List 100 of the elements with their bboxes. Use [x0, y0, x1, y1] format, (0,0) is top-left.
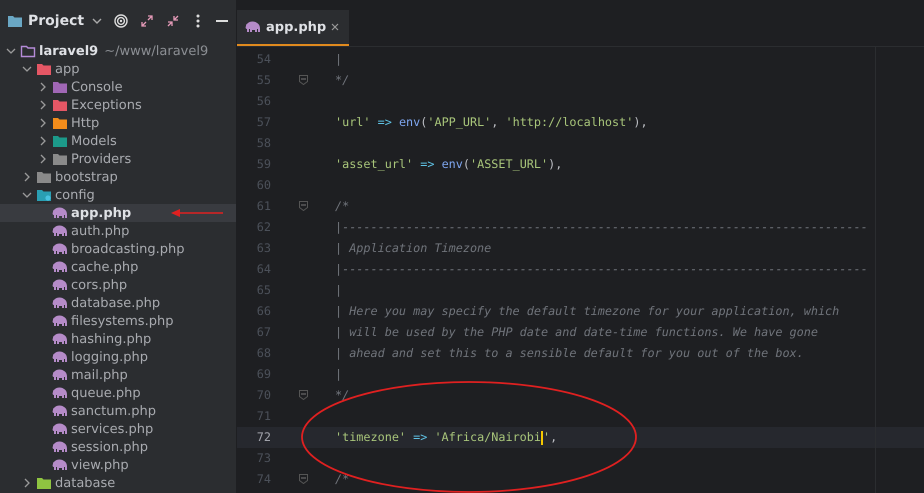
elephant-icon: [52, 405, 68, 417]
tree-item[interactable]: queue.php: [0, 384, 236, 402]
tree-item[interactable]: Exceptions: [0, 96, 236, 114]
tree-item[interactable]: broadcasting.php: [0, 240, 236, 258]
more-icon[interactable]: [196, 14, 200, 28]
fold-marker-icon[interactable]: [298, 390, 308, 400]
tree-item[interactable]: services.php: [0, 420, 236, 438]
folder-icon: [36, 188, 52, 202]
tree-item[interactable]: app: [0, 60, 236, 78]
tree-item-label: sanctum.php: [71, 404, 156, 418]
tree-item-label: hashing.php: [71, 332, 152, 346]
chevron-right-icon[interactable]: [22, 172, 32, 182]
chevron-down-icon[interactable]: [92, 17, 102, 25]
arrow-annotation: [170, 208, 224, 218]
tree-item[interactable]: config: [0, 186, 236, 204]
tree-item[interactable]: mail.php: [0, 366, 236, 384]
tree-item[interactable]: cors.php: [0, 276, 236, 294]
tree-item[interactable]: hashing.php: [0, 330, 236, 348]
fold-marker-icon[interactable]: [298, 74, 308, 85]
tree-item-label: cache.php: [71, 260, 138, 274]
tree-item[interactable]: database.php: [0, 294, 236, 312]
tree-item[interactable]: cache.php: [0, 258, 236, 276]
folder-icon: [36, 170, 52, 184]
folder-icon: [20, 44, 36, 58]
code-line: /*: [335, 472, 350, 486]
minimize-icon[interactable]: [216, 20, 228, 22]
chevron-down-icon[interactable]: [22, 64, 32, 74]
tree-item[interactable]: logging.php: [0, 348, 236, 366]
chevron-right-icon[interactable]: [38, 82, 48, 92]
folder-icon: [52, 80, 68, 94]
elephant-icon: [52, 369, 68, 381]
tree-item-label: services.php: [71, 422, 154, 436]
project-path: ~/www/laravel9: [104, 44, 208, 58]
tree-item[interactable]: Models: [0, 132, 236, 150]
panel-title[interactable]: Project: [28, 13, 84, 29]
code-line: |--------------------------------------------------------------------------: [335, 220, 868, 234]
folder-icon: [52, 116, 68, 130]
elephant-icon: [52, 459, 68, 471]
tree-item-label: config: [55, 188, 95, 202]
tree-item-label: cors.php: [71, 278, 128, 292]
chevron-right-icon[interactable]: [38, 118, 48, 128]
tree-item-label: Providers: [71, 152, 132, 166]
tree-item-label: database: [55, 476, 116, 490]
elephant-icon: [52, 441, 68, 453]
fold-marker-icon[interactable]: [298, 474, 308, 484]
tree-item[interactable]: bootstrap: [0, 168, 236, 186]
tree-item-label: Http: [71, 116, 100, 130]
fold-marker-icon[interactable]: [298, 200, 308, 211]
target-icon[interactable]: [114, 14, 128, 28]
expand-icon[interactable]: [140, 14, 154, 28]
chevron-down-icon[interactable]: [6, 46, 16, 56]
folder-icon: [36, 476, 52, 490]
tree-item[interactable]: laravel9 ~/www/laravel9: [0, 42, 236, 60]
line-number: 72: [256, 430, 271, 444]
elephant-icon: [52, 315, 68, 327]
tree-item[interactable]: Providers: [0, 150, 236, 168]
code-line: | Application Timezone: [335, 240, 492, 255]
elephant-icon: [52, 351, 68, 363]
folder-icon: [52, 134, 68, 148]
elephant-icon: [52, 243, 68, 255]
chevron-right-icon[interactable]: [22, 478, 32, 488]
tree-item[interactable]: view.php: [0, 456, 236, 474]
tree-item[interactable]: sanctum.php: [0, 402, 236, 420]
code-line: | Here you may specify the default timezone for your application, which: [335, 304, 840, 318]
tree-item[interactable]: auth.php: [0, 222, 236, 240]
folder-icon: [52, 152, 68, 166]
tree-item[interactable]: filesystems.php: [0, 312, 236, 330]
elephant-icon: [52, 333, 68, 345]
tree-item[interactable]: app.php: [0, 204, 236, 222]
chevron-right-icon[interactable]: [38, 136, 48, 146]
code-line: | ahead and set this to a sensible default for you out of the box.: [335, 346, 804, 360]
code-line: 'url' => env('APP_URL', 'http://localhost'),: [335, 114, 648, 129]
tree-item-label: mail.php: [71, 368, 128, 382]
folder-icon: [36, 62, 52, 76]
tree-item[interactable]: Http: [0, 114, 236, 132]
tree-item-label: app.php: [71, 206, 132, 220]
file-tab[interactable]: app.php: [237, 10, 350, 46]
elephant-icon: [52, 207, 68, 219]
code-line: */: [335, 72, 350, 87]
tree-item-label: Models: [71, 134, 117, 148]
tree-item-label: database.php: [71, 296, 160, 310]
tree-item[interactable]: Console: [0, 78, 236, 96]
code-line: 'asset_url' => env('ASSET_URL'),: [335, 156, 562, 171]
chevron-right-icon[interactable]: [38, 154, 48, 164]
chevron-down-icon[interactable]: [22, 190, 32, 200]
tree-item-label: queue.php: [71, 386, 141, 400]
elephant-icon: [245, 21, 261, 33]
tree-item-label: Exceptions: [71, 98, 142, 112]
close-icon[interactable]: [331, 23, 340, 31]
tree-item[interactable]: session.php: [0, 438, 236, 456]
code-line: /*: [335, 198, 350, 213]
tree-item-label: filesystems.php: [71, 314, 174, 328]
chevron-right-icon[interactable]: [38, 100, 48, 110]
code-line: */: [335, 388, 350, 402]
tree-item-label: broadcasting.php: [71, 242, 184, 256]
folder-icon: [7, 14, 23, 28]
collapse-icon[interactable]: [166, 14, 180, 28]
tree-item[interactable]: database: [0, 474, 236, 492]
code-line: | will be used by the PHP date and date-time functions. We have gone: [335, 325, 818, 340]
tree-item-label: auth.php: [71, 224, 130, 238]
